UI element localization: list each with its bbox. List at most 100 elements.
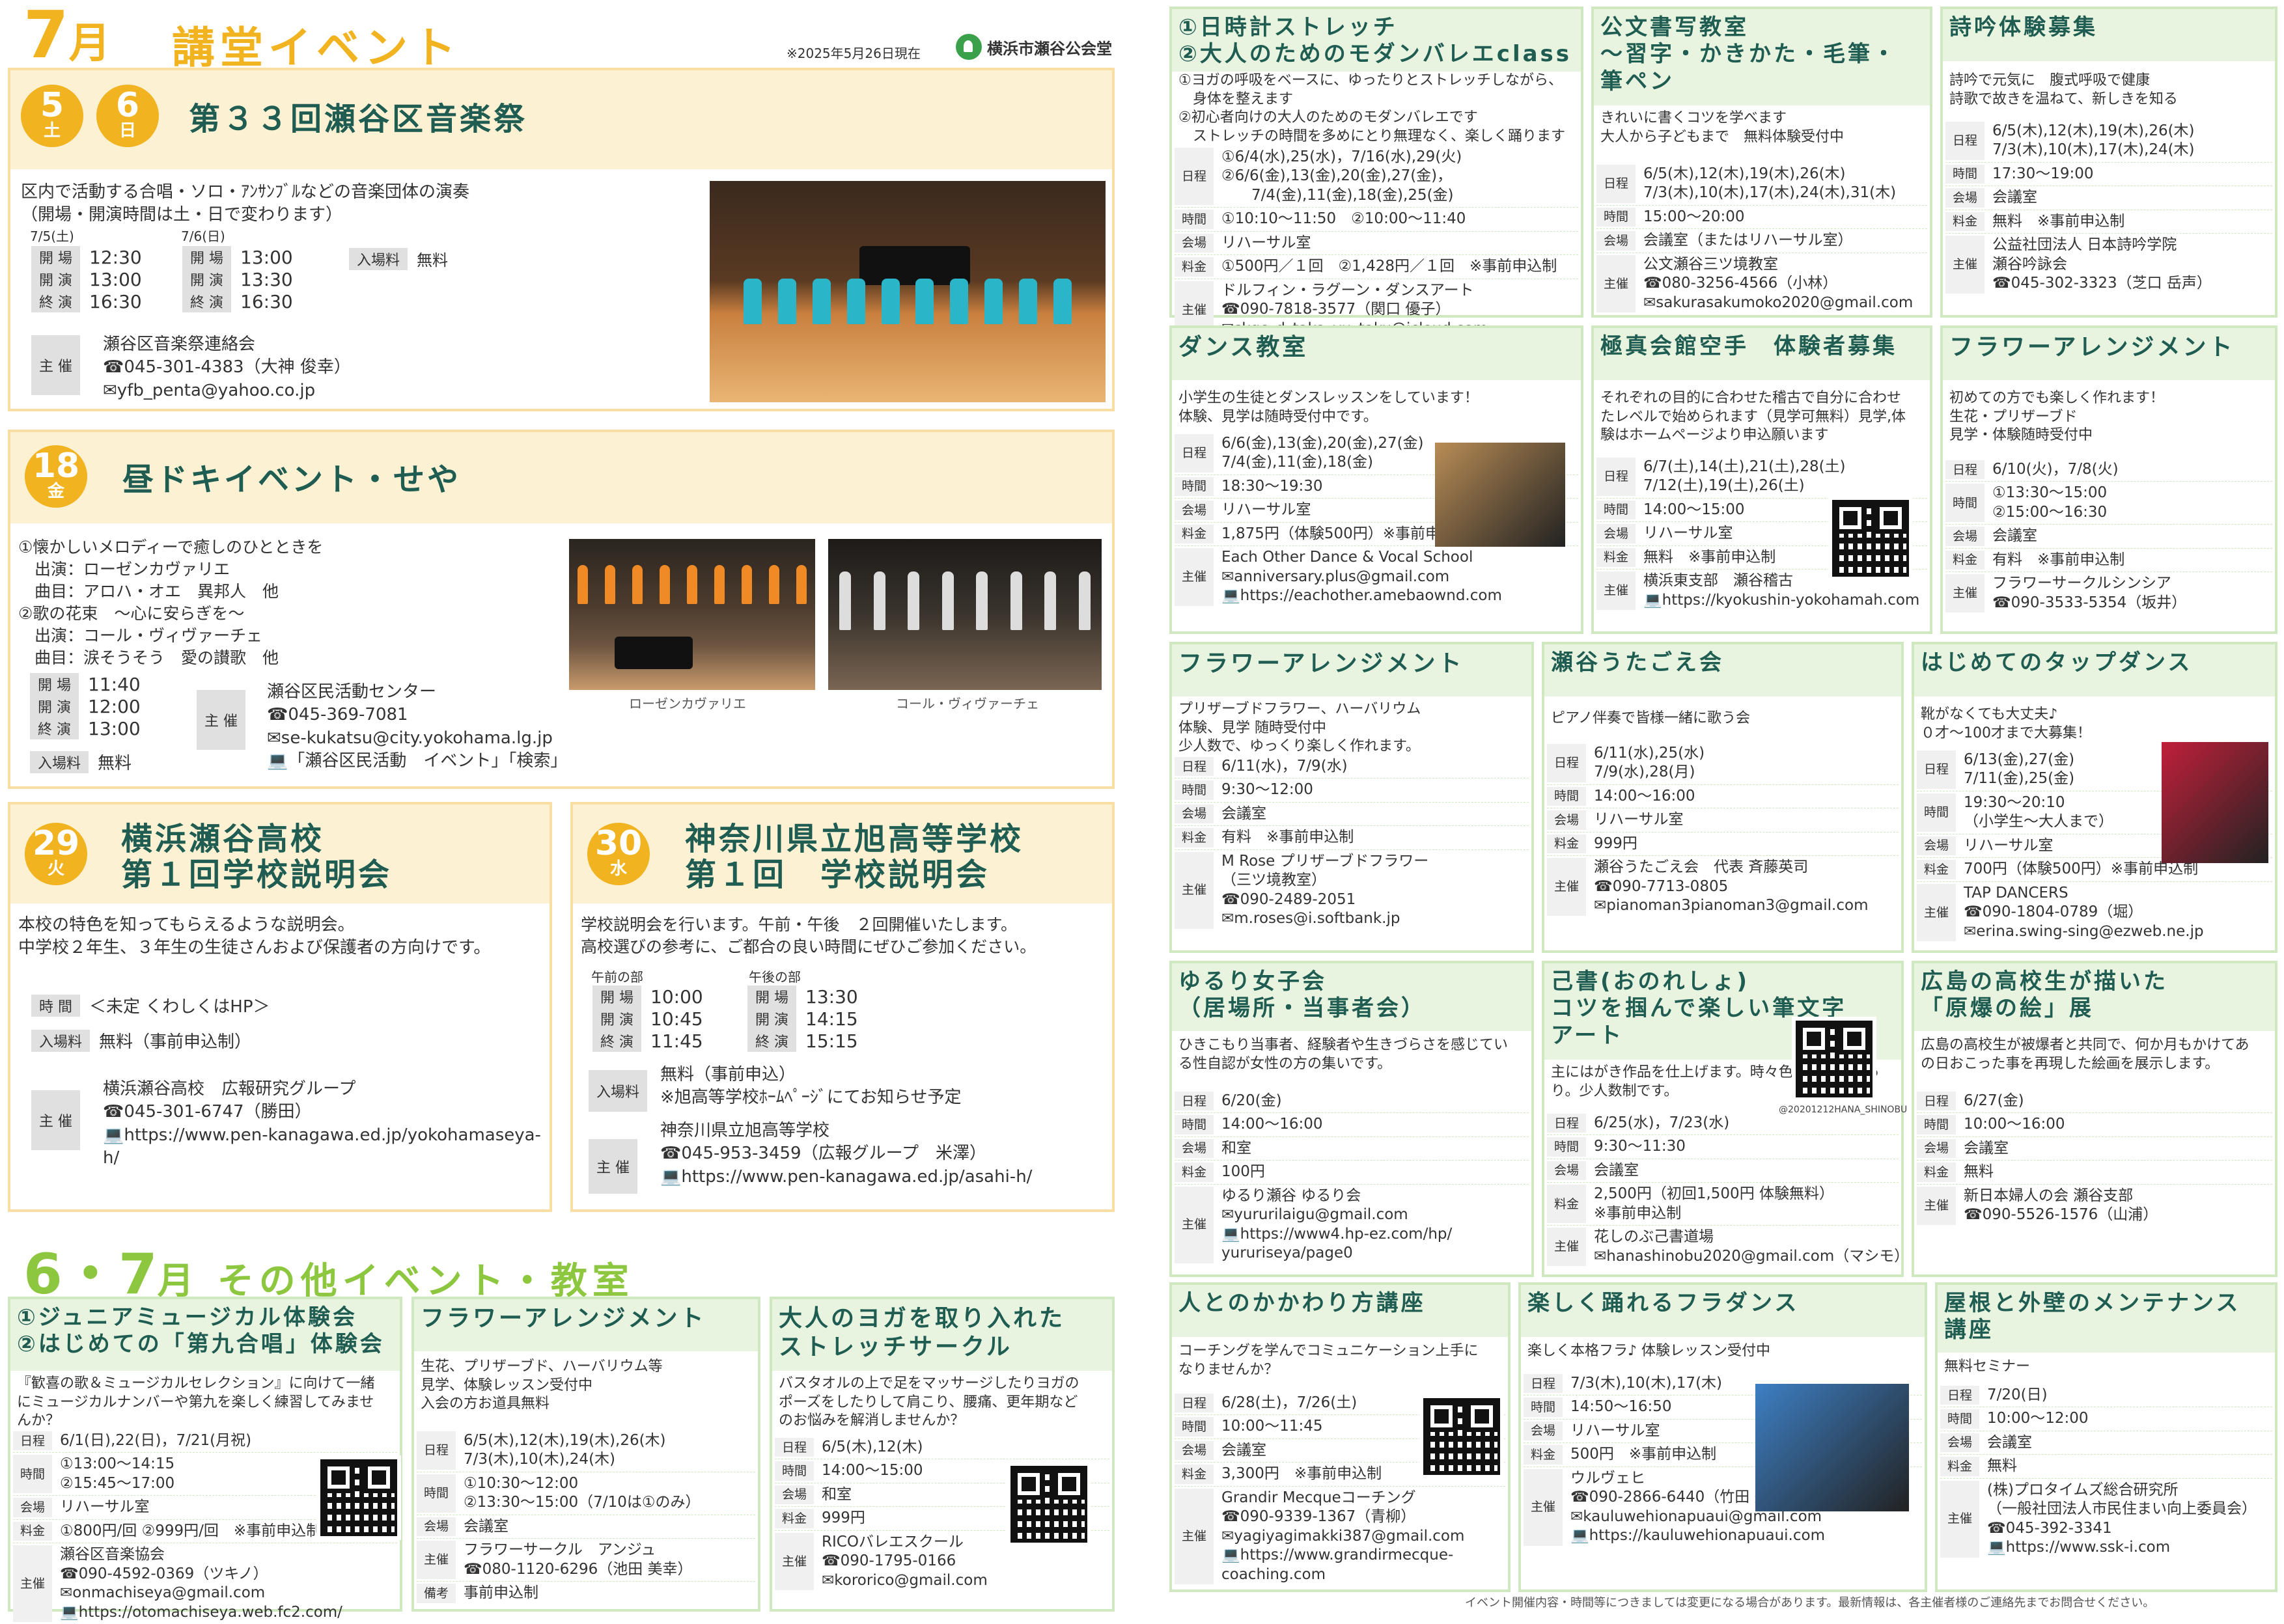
info-value: リハーサル室 bbox=[1594, 811, 1684, 829]
info-value: 2,500円（初回1,500円 体験無料） ※事前申込制 bbox=[1594, 1185, 1834, 1222]
label-fee: 入場料 bbox=[31, 1029, 91, 1052]
info-row-date: 日程 6/11(水)，7/9(水) bbox=[1175, 755, 1529, 779]
event-desc: 靴がなくても大丈夫♪ ０才～100才まで大募集！ bbox=[1921, 706, 2091, 741]
event-title: 第３３回瀬谷区音楽祭 bbox=[189, 101, 528, 137]
info-label: 時間 bbox=[417, 1474, 456, 1513]
info-value: M Rose プリザーブドフラワー （三ツ境教室） ☎090-2489-2051… bbox=[1221, 852, 1429, 928]
info-value: 14:00～16:00 bbox=[1594, 787, 1695, 805]
am-open: 10:00 bbox=[650, 985, 703, 1008]
info-value: フラワーサークル アンジュ ☎080-1120-6296（池田 美幸） bbox=[464, 1541, 693, 1578]
info-label: 日程 bbox=[417, 1431, 456, 1470]
info-value: 無料 bbox=[1964, 1163, 1994, 1181]
info-table: 日程 6/11(水)，7/9(水) 時間 9:30～12:00 会場 会議室 料金 有料 ※事… bbox=[1175, 755, 1529, 931]
info-row-date: 日程 6/5(木),12(木),19(木),26(木) 7/3(木),10(木),… bbox=[1596, 163, 1927, 206]
info-label: 日程 bbox=[775, 1438, 814, 1457]
info-row-fee: 料金 無料 bbox=[1917, 1161, 2272, 1185]
info-value: 6/27(金) bbox=[1964, 1092, 2024, 1109]
qr-code-icon[interactable] bbox=[1828, 496, 1913, 581]
event-desc: それぞれの目的に合わせた稽古で自分に合わせ たレベルで始められます（見学可無料）… bbox=[1600, 390, 1906, 444]
info-row-place: 会場 会議室 bbox=[1917, 1137, 2272, 1161]
info-row-time: 時間 10:00～16:00 bbox=[1917, 1113, 2272, 1137]
info-row-time: 時間 15:00～20:00 bbox=[1596, 206, 1927, 230]
info-label: 会場 bbox=[1175, 501, 1214, 520]
footnote: イベント開催内容・時間等につきましては変更になる場合があります。最新情報は、各主… bbox=[1465, 1596, 2155, 1610]
event-junior-musical: ①ジュニアミュージカル体験会 ②はじめての「第九合唱」体験会 『歓喜の歌＆ミュージ… bbox=[8, 1297, 402, 1622]
info-value: ゆるり瀬谷 ゆるり会 ✉yururilaigu@gmail.com 💻https… bbox=[1221, 1187, 1453, 1262]
info-label: 時間 bbox=[1945, 484, 1985, 523]
info-table: 日程 7/20(日) 時間 10:00～12:00 会場 会議室 料金 無料 主催 (株)プロタイ… bbox=[1940, 1384, 2272, 1560]
qr-code-icon[interactable] bbox=[1419, 1394, 1504, 1479]
label-start: 開 演 bbox=[30, 695, 79, 717]
am-start: 10:45 bbox=[650, 1008, 703, 1030]
info-label: 主催 bbox=[1175, 548, 1214, 606]
time-start: 12:00 bbox=[88, 695, 141, 717]
event-coaching-course: 人とのかかわり方講座 コーチングを学んでコミュニケーション上手に なりませんか？ 日… bbox=[1169, 1282, 1511, 1592]
info-value: 会議室 bbox=[1221, 805, 1266, 822]
info-row-fee: 料金 999円 bbox=[1547, 833, 1899, 857]
choir-photo-1 bbox=[569, 539, 815, 690]
info-value: 無料 bbox=[1987, 1457, 2017, 1475]
info-row-time: 時間 14:00～16:00 bbox=[1547, 785, 1899, 809]
info-label: 時間 bbox=[775, 1461, 814, 1481]
event-desc: 区内で活動する合唱・ソロ・ｱﾝｻﾝﾌﾞﾙなどの音楽団体の演奏 （開場・開演時間は… bbox=[21, 182, 470, 225]
info-label: 主催 bbox=[1547, 858, 1586, 916]
info-label: 主催 bbox=[1917, 1186, 1956, 1225]
label-time: 時 間 bbox=[31, 994, 80, 1017]
info-value: 999円 bbox=[1594, 834, 1637, 852]
info-row-org: 主催 新日本婦人の会 瀬谷支部 ☎090-5526-1576（山浦） bbox=[1917, 1185, 2272, 1227]
qr-code-icon[interactable] bbox=[1792, 1017, 1876, 1101]
info-row-place: 会場 会議室 bbox=[1940, 1431, 2272, 1455]
info-table: 日程 6/5(木),12(木),19(木),26(木) 7/3(木),10(木),… bbox=[1596, 163, 1927, 314]
time-open-2: 13:00 bbox=[240, 246, 293, 268]
event-desc: ピアノ伴奏で皆様一緒に歌う会 bbox=[1551, 710, 1751, 726]
info-label: 日程 bbox=[1175, 1394, 1214, 1413]
info-label: 料金 bbox=[1524, 1445, 1563, 1465]
info-row-org: 主催 Each Other Dance & Vocal School ✉anniv… bbox=[1175, 546, 1578, 607]
date-circle-6: 6日 bbox=[96, 85, 159, 147]
fee-value: 無料 bbox=[98, 754, 132, 773]
label-org: 主 催 bbox=[197, 690, 245, 750]
section-other-events: 6・7月 その他イベント・教室 bbox=[23, 1242, 634, 1307]
qr-code-icon[interactable] bbox=[316, 1455, 401, 1540]
info-row-org: 主催 瀬谷うたごえ会 代表 斉藤英司 ☎090-7713-0805 ✉pianom… bbox=[1547, 856, 1899, 917]
info-label: 料金 bbox=[1175, 257, 1214, 277]
info-label: 時間 bbox=[1547, 1137, 1586, 1157]
info-row-fee: 料金 ①500円／１回 ②1,428円／１回 ※事前申込制 bbox=[1175, 255, 1578, 279]
info-value: ①13:30～15:00 ②15:00～16:30 bbox=[1992, 484, 2108, 521]
info-row-date: 日程 ①6/4(水),25(水)，7/16(水),29(火) ②6/6(金),13… bbox=[1175, 146, 1578, 208]
info-label: 会場 bbox=[1175, 1440, 1214, 1461]
info-value: ①500円／１回 ②1,428円／１回 ※事前申込制 bbox=[1221, 258, 1557, 275]
info-row-org: 主催 花しのぶ己書道場 ✉hanashinobu2020@gmail.com（マシ… bbox=[1547, 1226, 1909, 1268]
pm-end: 15:15 bbox=[805, 1030, 858, 1052]
info-label: 時間 bbox=[1596, 500, 1636, 520]
time-end-1: 16:30 bbox=[89, 290, 142, 312]
event-title: 神奈川県立旭高等学校 第１回 学校説明会 bbox=[685, 821, 1024, 894]
info-value: 7/20(日) bbox=[1987, 1386, 2048, 1403]
info-row-fee: 料金 無料 ※事前申込制 bbox=[1945, 210, 2272, 234]
qr-code-icon[interactable] bbox=[1007, 1462, 1091, 1547]
hall-logo-icon bbox=[956, 34, 982, 60]
photo-caption-2: コール・ヴィヴァーチェ bbox=[896, 696, 1039, 711]
info-value: 6/5(木),12(木) bbox=[822, 1438, 923, 1455]
info-table: 日程 6/5(木),12(木),19(木),26(木) 7/3(木),10(木),… bbox=[417, 1429, 755, 1605]
label-start: 開 演 bbox=[31, 268, 80, 290]
event-desc: 生花、プリザーブド、ハーバリウム等 見学、体験レッスン受付中 入会の方お道具無料 bbox=[421, 1358, 663, 1412]
event-hula-dance: 楽しく踊れるフラダンス 楽しく本格フラ♪ 体験レッスン受付中 日程 7/3(木),10… bbox=[1518, 1282, 1927, 1592]
info-row-time: 時間 10:00～12:00 bbox=[1940, 1407, 2272, 1431]
event-title: 詩吟体験募集 bbox=[1943, 9, 2275, 61]
info-table: 日程 6/20(金) 時間 14:00～16:00 会場 和室 料金 100円 主催 ゆるり瀬谷 … bbox=[1175, 1090, 1529, 1265]
info-table: 日程 6/27(金) 時間 10:00～16:00 会場 会議室 料金 無料 主催 新日本婦人の会… bbox=[1917, 1090, 2272, 1227]
info-label: 日程 bbox=[1524, 1374, 1563, 1394]
time-open-1: 12:30 bbox=[89, 246, 142, 268]
label-open: 開 場 bbox=[182, 246, 231, 268]
info-label: 主催 bbox=[1596, 255, 1636, 313]
info-value: (株)プロタイムズ総合研究所 （一般社団法人市民住まい向上委員会） ☎045-3… bbox=[1987, 1481, 2257, 1556]
info-value: 6/7(土),14(土),21(土),28(土) 7/12(土),19(土),2… bbox=[1643, 458, 1846, 495]
info-value: 和室 bbox=[1221, 1139, 1251, 1157]
event-title: フラワーアレンジメント bbox=[1172, 644, 1531, 696]
info-label: 主催 bbox=[1547, 1228, 1586, 1267]
event-desc: コーチングを学んでコミュニケーション上手に なりませんか？ bbox=[1178, 1343, 1479, 1378]
info-label: 会場 bbox=[1596, 231, 1636, 251]
info-label: 日程 bbox=[1547, 744, 1586, 782]
event-photo bbox=[2162, 742, 2268, 863]
